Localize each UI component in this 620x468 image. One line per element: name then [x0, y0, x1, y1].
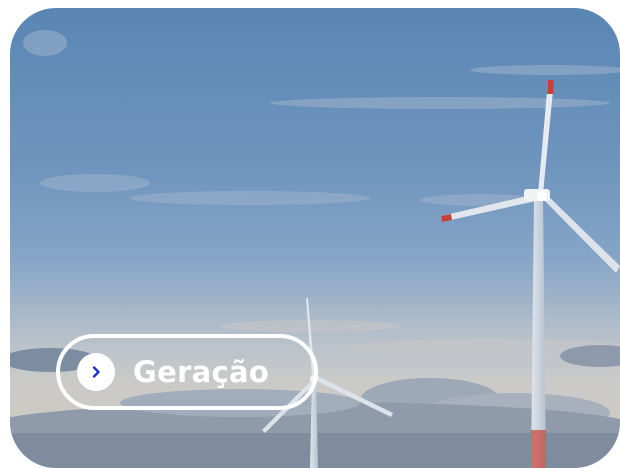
- generation-card[interactable]: Geração: [10, 8, 620, 468]
- generation-link-label: Geração: [133, 355, 270, 389]
- chevron-right-icon: [77, 353, 115, 391]
- generation-link-button[interactable]: Geração: [56, 334, 318, 410]
